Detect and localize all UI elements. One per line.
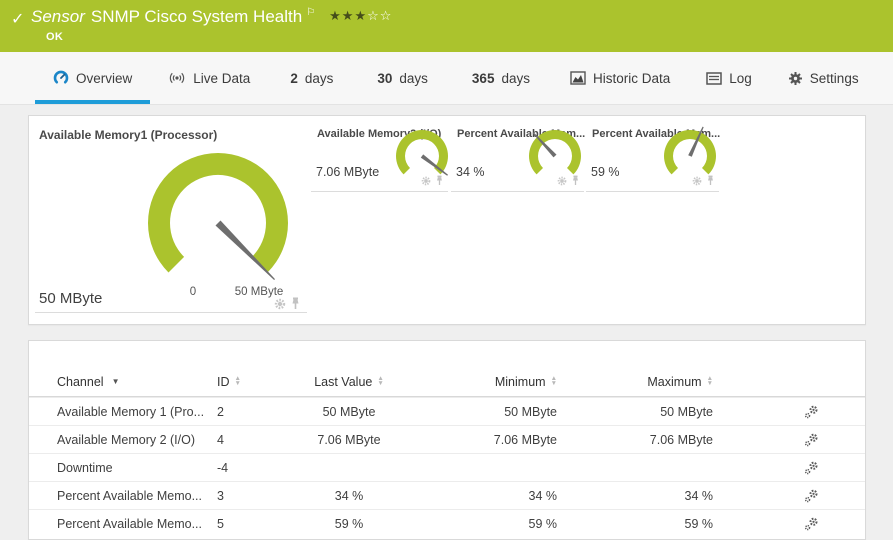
tile-gear-icon[interactable] [692,176,702,186]
channel-table-panel: Channel ▼ ID ▲▼ Last Value ▲▼ Minimum ▲▼… [28,340,866,540]
sort-icon: ▲▼ [377,376,383,386]
tile-pin-icon[interactable] [706,175,715,186]
minimum-cell: 59 % [419,517,557,531]
sort-icon: ▲▼ [707,376,713,386]
channel-name-link[interactable]: Percent Available Memo... [29,489,217,503]
gauge-tile-percent-memory-2[interactable]: Percent Available Mem... 59 % [586,119,719,192]
table-row: Available Memory 2 (I/O) 4 7.06 MByte 7.… [29,425,865,453]
tab-live-data[interactable]: Live Data [150,52,268,104]
channel-settings-icon[interactable] [804,461,819,475]
page-title: SNMP Cisco System Health [91,7,302,26]
last-value-cell: 7.06 MByte [279,433,419,447]
table-row: Downtime -4 [29,453,865,481]
broadcast-icon [168,71,186,85]
gauge-tile-percent-memory-1[interactable]: Percent Available Mem... 34 % [451,119,584,192]
area-chart-icon [570,71,586,85]
tile-pin-icon[interactable] [290,297,301,310]
minimum-cell: 7.06 MByte [419,433,557,447]
tile-pin-icon[interactable] [435,175,444,186]
gauge-value: 59 % [591,165,620,179]
last-value-cell: 50 MByte [279,405,419,419]
column-header-id[interactable]: ID ▲▼ [217,375,279,389]
gauge-value: 50 MByte [39,290,102,307]
channel-settings-icon[interactable] [804,433,819,447]
channel-name-link[interactable]: Percent Available Memo... [29,517,217,531]
gauge-dial [654,120,726,197]
priority-stars[interactable]: ★★★☆☆ [329,8,392,23]
sort-desc-icon: ▼ [112,377,120,386]
tab-30-days[interactable]: 30days [355,52,450,104]
channel-table-header: Channel ▼ ID ▲▼ Last Value ▲▼ Minimum ▲▼… [29,367,865,397]
gear-icon [788,71,803,86]
channel-id-cell: 5 [217,517,279,531]
channel-id-cell: 4 [217,433,279,447]
sensor-title-line: Sensor SNMP Cisco System Health ⚐ ★★★☆☆ [31,7,392,27]
tab-log[interactable]: Log [688,52,770,104]
status-ok-check-icon: ✓ [11,9,24,29]
tab-overview[interactable]: Overview [35,52,150,104]
tile-gear-icon[interactable] [274,298,286,310]
tile-gear-icon[interactable] [557,176,567,186]
channel-name-link[interactable]: Available Memory 2 (I/O) [29,433,217,447]
channel-id-cell: 3 [217,489,279,503]
minimum-cell: 50 MByte [419,405,557,419]
channel-name-link[interactable]: Downtime [29,461,217,475]
tab-365-days[interactable]: 365days [450,52,552,104]
tile-gear-icon[interactable] [421,176,431,186]
maximum-cell: 34 % [557,489,713,503]
tile-divider [35,312,307,313]
table-row: Percent Available Memo... 3 34 % 34 % 34… [29,481,865,509]
column-header-minimum[interactable]: Minimum ▲▼ [419,375,557,389]
sensor-kind-label: Sensor [31,7,85,26]
flag-icon[interactable]: ⚐ [306,7,315,18]
gauge-icon [53,70,69,86]
channel-settings-icon[interactable] [804,405,819,419]
last-value-cell: 59 % [279,517,419,531]
channel-name-link[interactable]: Available Memory 1 (Pro... [29,405,217,419]
gauge-value: 7.06 MByte [316,165,379,179]
channel-table-body: Available Memory 1 (Pro... 2 50 MByte 50… [29,397,865,537]
maximum-cell: 50 MByte [557,405,713,419]
column-header-maximum[interactable]: Maximum ▲▼ [557,375,713,389]
channel-id-cell: -4 [217,461,279,475]
tile-pin-icon[interactable] [571,175,580,186]
column-header-last-value[interactable]: Last Value ▲▼ [279,375,419,389]
sensor-header: ✓ Sensor SNMP Cisco System Health ⚐ ★★★☆☆ O… [0,0,893,52]
last-value-cell: 34 % [279,489,419,503]
gauge-tile-available-memory2[interactable]: Available Memory2 (I/O) 7.06 MByte [311,119,448,192]
tab-2-days[interactable]: 2days [268,52,355,104]
gauge-dial [519,120,591,197]
tab-bar: Overview Live Data 2days 30days 365days … [0,52,893,105]
table-row: Percent Available Memo... 5 59 % 59 % 59… [29,509,865,537]
gauge-value: 34 % [456,165,485,179]
status-badge: OK [46,31,63,43]
gauge-scale-min: 0 [183,286,203,298]
minimum-cell: 34 % [419,489,557,503]
gauge-tile-available-memory1[interactable]: Available Memory1 (Processor) 0 50 MByte… [33,120,309,320]
column-header-channel[interactable]: Channel ▼ [29,375,217,389]
channel-id-cell: 2 [217,405,279,419]
sort-icon: ▲▼ [551,376,557,386]
table-row: Available Memory 1 (Pro... 2 50 MByte 50… [29,397,865,425]
channel-settings-icon[interactable] [804,489,819,503]
log-icon [706,72,722,85]
sort-icon: ▲▼ [235,376,241,386]
channel-settings-icon[interactable] [804,517,819,531]
gauges-panel: Available Memory1 (Processor) 0 50 MByte… [28,115,866,325]
tab-historic-data[interactable]: Historic Data [552,52,688,104]
maximum-cell: 59 % [557,517,713,531]
tab-settings[interactable]: Settings [770,52,877,104]
maximum-cell: 7.06 MByte [557,433,713,447]
